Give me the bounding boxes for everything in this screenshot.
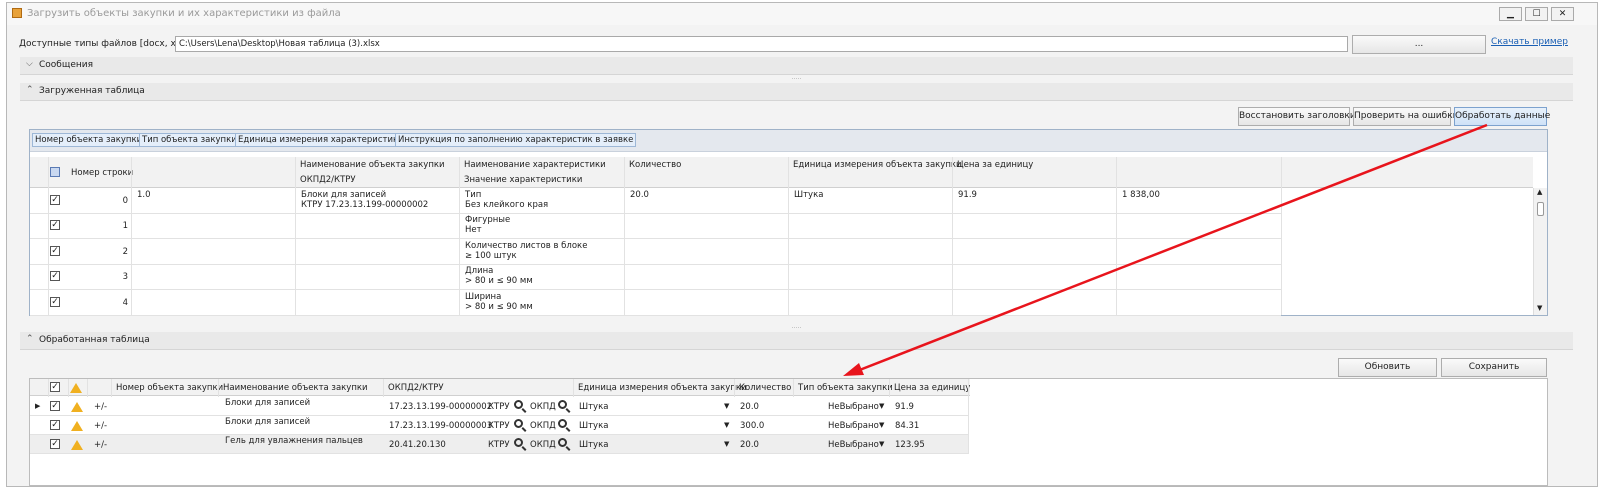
- dialog-window: Загрузить объекты закупки и их характери…: [6, 2, 1598, 487]
- annotation-arrow: [843, 123, 1488, 376]
